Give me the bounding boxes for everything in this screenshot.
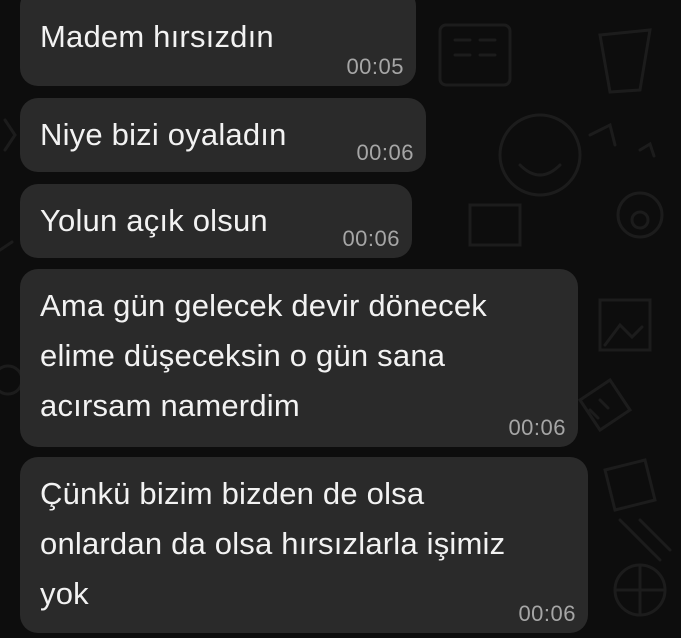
- message-timestamp: 00:05: [346, 54, 404, 79]
- gift-doodle-icon: [603, 458, 657, 512]
- chat-message-area[interactable]: Madem hırsızdın 00:05 Niye bizi oyaladın…: [0, 0, 681, 638]
- cup-doodle-icon: [598, 28, 652, 94]
- message-bubble[interactable]: Yolun açık olsun 00:06: [20, 184, 412, 258]
- building-doodle-icon: [438, 23, 512, 87]
- message-bubble[interactable]: Ama gün gelecek devir dönecek elime düşe…: [20, 269, 578, 447]
- message-bubble[interactable]: Madem hırsızdın 00:05: [20, 0, 416, 86]
- message-timestamp: 00:06: [356, 140, 414, 165]
- message-text: Yolun açık olsun: [40, 203, 268, 238]
- message-timestamp: 00:06: [508, 415, 566, 440]
- avocado-doodle-icon: [616, 191, 664, 239]
- message-text: Niye bizi oyaladın: [40, 117, 287, 152]
- message-text: Çünkü bizim bizden de olsa onlardan da o…: [40, 476, 506, 611]
- message-bubble[interactable]: Niye bizi oyaladın 00:06: [20, 98, 426, 172]
- message-bubble[interactable]: Çünkü bizim bizden de olsa onlardan da o…: [20, 457, 588, 633]
- message-text: Madem hırsızdın: [40, 19, 274, 54]
- message-timestamp: 00:06: [342, 226, 400, 251]
- person-doodle-icon: [498, 113, 582, 197]
- message-text: Ama gün gelecek devir dönecek elime düşe…: [40, 288, 487, 423]
- message-timestamp: 00:06: [518, 601, 576, 626]
